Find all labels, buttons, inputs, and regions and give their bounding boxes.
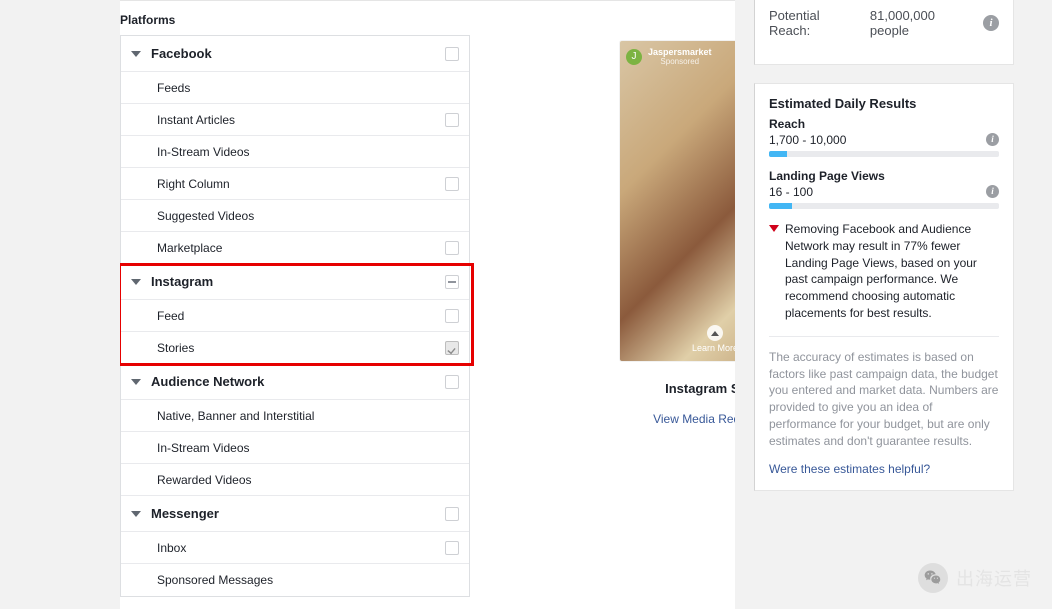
warning-text: Removing Facebook and Audience Network m… <box>785 221 999 322</box>
warning-box: Removing Facebook and Audience Network m… <box>769 221 999 322</box>
chevron-up-icon <box>707 325 723 341</box>
checkbox-instagram[interactable] <box>445 275 459 289</box>
placement-suggested-videos[interactable]: Suggested Videos <box>121 200 469 232</box>
chevron-down-icon <box>131 51 141 57</box>
preview-caption: Instagram Stories <box>620 381 735 396</box>
avatar-icon: J <box>626 49 642 65</box>
info-icon[interactable]: i <box>986 133 999 146</box>
placement-native-banner-interstitial[interactable]: Native, Banner and Interstitial <box>121 400 469 432</box>
placement-in-stream-videos[interactable]: In-Stream Videos <box>121 136 469 168</box>
preview-column: J Jaspersmarket Sponsored × Learn More I… <box>620 41 735 426</box>
placements-panel: Platforms Facebook Feeds Instant Article… <box>120 0 735 609</box>
platforms-heading: Platforms <box>120 1 735 33</box>
chevron-down-icon <box>131 379 141 385</box>
right-panel: Potential Reach: 81,000,000 people i Est… <box>754 0 1014 509</box>
potential-reach-card: Potential Reach: 81,000,000 people i <box>754 0 1014 65</box>
chevron-down-icon <box>131 511 141 517</box>
caret-down-icon <box>769 225 779 232</box>
lpv-value: 16 - 100 <box>769 185 813 199</box>
lpv-label: Landing Page Views <box>769 169 999 183</box>
platform-audience-network-header[interactable]: Audience Network <box>121 364 469 400</box>
platform-messenger-header[interactable]: Messenger <box>121 496 469 532</box>
preview-brand: Jaspersmarket Sponsored <box>648 47 712 66</box>
chevron-down-icon <box>131 279 141 285</box>
reach-bar <box>769 151 999 157</box>
edr-title: Estimated Daily Results <box>769 96 999 111</box>
potential-reach-label: Potential Reach: <box>769 8 864 38</box>
disclaimer-text: The accuracy of estimates is based on fa… <box>769 336 999 450</box>
placement-instagram-stories[interactable]: Stories <box>121 332 469 364</box>
checkbox-messenger[interactable] <box>445 507 459 521</box>
preview-cta: Learn More <box>620 325 735 353</box>
placement-instant-articles[interactable]: Instant Articles <box>121 104 469 136</box>
reach-value: 1,700 - 10,000 <box>769 133 846 147</box>
placement-an-in-stream-videos[interactable]: In-Stream Videos <box>121 432 469 464</box>
placement-rewarded-videos[interactable]: Rewarded Videos <box>121 464 469 496</box>
checkbox[interactable] <box>445 177 459 191</box>
placement-feeds[interactable]: Feeds <box>121 72 469 104</box>
platform-messenger-label: Messenger <box>151 506 459 521</box>
checkbox[interactable] <box>445 541 459 555</box>
checkbox-audience-network[interactable] <box>445 375 459 389</box>
info-icon[interactable]: i <box>986 185 999 198</box>
wechat-watermark: 出海运营 <box>918 563 1032 593</box>
checkbox[interactable] <box>445 113 459 127</box>
platform-list: Facebook Feeds Instant Articles In-Strea… <box>120 35 470 597</box>
wechat-icon <box>918 563 948 593</box>
preview-phone: J Jaspersmarket Sponsored × Learn More <box>620 41 735 361</box>
placement-instagram-feed[interactable]: Feed <box>121 300 469 332</box>
lpv-bar <box>769 203 999 209</box>
platform-instagram-label: Instagram <box>151 274 459 289</box>
checkbox[interactable] <box>445 309 459 323</box>
placement-sponsored-messages[interactable]: Sponsored Messages <box>121 564 469 596</box>
estimated-daily-results-card: Estimated Daily Results Reach 1,700 - 10… <box>754 83 1014 491</box>
watermark-text: 出海运营 <box>956 565 1032 591</box>
potential-reach-value: 81,000,000 people <box>870 8 977 38</box>
reach-label: Reach <box>769 117 999 131</box>
placement-right-column[interactable]: Right Column <box>121 168 469 200</box>
info-icon[interactable]: i <box>983 15 999 31</box>
view-media-requirement-link[interactable]: View Media Requirement <box>620 412 735 426</box>
placement-marketplace[interactable]: Marketplace <box>121 232 469 264</box>
platform-instagram-header[interactable]: Instagram <box>121 264 469 300</box>
preview-header: J Jaspersmarket Sponsored <box>626 47 712 66</box>
checkbox[interactable] <box>445 341 459 355</box>
checkbox[interactable] <box>445 241 459 255</box>
platform-facebook-header[interactable]: Facebook <box>121 36 469 72</box>
placement-inbox[interactable]: Inbox <box>121 532 469 564</box>
estimates-helpful-link[interactable]: Were these estimates helpful? <box>769 462 999 476</box>
platform-facebook-label: Facebook <box>151 46 459 61</box>
platform-audience-network-label: Audience Network <box>151 374 459 389</box>
checkbox-facebook[interactable] <box>445 47 459 61</box>
